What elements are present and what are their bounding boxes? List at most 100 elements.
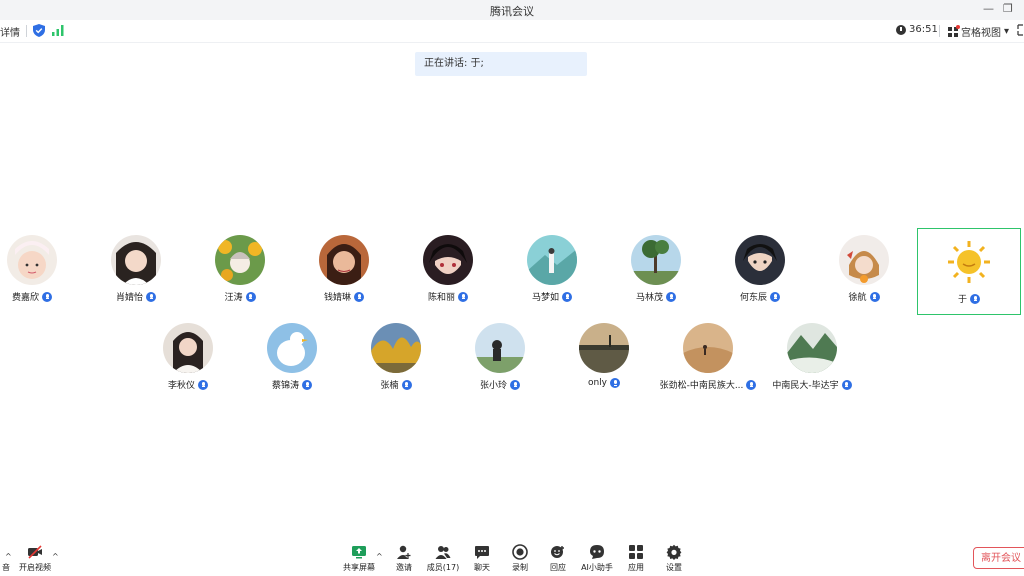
participant-tile[interactable]: 李秋仪 [136,316,240,398]
reaction-icon [551,546,564,558]
timer-value: 36:51 [909,24,938,35]
avatar [527,235,577,285]
participant-name-row: 马林茂 [604,290,708,303]
participant-name: 李秋仪 [167,381,195,391]
gallery-view-label: 宫格视图 [961,28,1001,39]
participant-tile[interactable]: 徐航 [812,228,916,310]
avatar [735,235,785,285]
gallery-view-button[interactable]: 宫格视图 ▾ [948,24,1009,39]
participant-name-row: 张劲松-中南民族大... [656,378,760,391]
participant-tile[interactable]: 肖婧怡 [84,228,188,310]
avatar [579,323,629,373]
record-icon [512,544,528,560]
members-label: 成员(17) [426,563,460,572]
participant-name: 于 [957,295,967,305]
participant-name: 马林茂 [635,293,663,303]
microphone-icon [510,379,520,390]
notification-dot [956,24,960,29]
leave-meeting-button[interactable]: 离开会议 [973,547,1024,569]
participant-name: 中南民大-毕达宇 [772,381,839,391]
video-off-icon [28,545,42,559]
participant-tile[interactable]: 钱婧琳 [292,228,396,310]
record-button[interactable]: 录制 [500,544,540,573]
participant-tile[interactable]: 中南民大-毕达宇 [760,316,864,398]
participant-name-row: 蔡锦涛 [240,378,344,391]
start-video-button[interactable]: 开启视频 [15,544,55,573]
ai-assistant-label: AI小助手 [581,563,613,572]
microphone-icon [746,379,757,390]
reactions-button[interactable]: 回应 [538,544,578,573]
ai-assistant-button[interactable]: AI小助手 [577,544,617,573]
add-user-icon [397,545,411,559]
microphone-icon [666,291,676,302]
chevron-up-icon[interactable]: ^ [52,552,59,561]
avatar [163,323,213,373]
apps-button[interactable]: 应用 [616,544,656,573]
chat-icon [475,546,489,559]
participant-tile[interactable]: 马梦如 [500,228,604,310]
divider [26,25,27,37]
security-shield-icon[interactable] [33,24,45,37]
participant-name: 张小玲 [479,381,507,391]
participant-tile[interactable]: 何东辰 [708,228,812,310]
participant-name: 汪涛 [224,293,243,303]
participant-name: 陈和丽 [427,293,455,303]
avatar [267,323,317,373]
participant-name: 徐航 [848,293,867,303]
avatar [944,237,994,287]
mute-label: 音 [2,563,10,572]
participant-name: only [587,378,608,388]
avatar [839,235,889,285]
settings-label: 设置 [666,563,682,572]
chat-label: 聊天 [474,563,490,572]
avatar [683,323,733,373]
participant-name-row: 肖婧怡 [84,290,188,303]
participant-tile-active-speaker[interactable]: 于 [917,228,1021,315]
share-screen-icon [352,546,366,559]
network-signal-icon[interactable] [52,25,64,36]
share-screen-button[interactable]: 共享屏幕 [339,544,379,573]
reactions-label: 回应 [550,563,566,572]
avatar [423,235,473,285]
start-video-label: 开启视频 [19,563,51,572]
participant-tile[interactable]: 蔡锦涛 [240,316,344,398]
settings-button[interactable]: 设置 [654,544,694,573]
participant-tile[interactable]: 张楠 [344,316,448,398]
participant-name-row: 陈和丽 [396,290,500,303]
participant-tile[interactable]: 费嘉欣 [0,228,84,310]
fullscreen-icon[interactable] [1017,24,1024,36]
chevron-up-icon[interactable]: ^ [5,552,12,561]
microphone-icon [841,379,852,390]
participant-name-row: 李秋仪 [136,378,240,391]
microphone-icon [458,291,468,302]
avatar [631,235,681,285]
participant-name-row: 于 [918,292,1020,305]
participant-tile[interactable]: only [552,316,656,398]
microphone-icon [970,293,980,304]
avatar [319,235,369,285]
chevron-up-icon[interactable]: ^ [376,552,383,561]
record-label: 录制 [512,563,528,572]
participant-tile[interactable]: 张劲松-中南民族大... [656,316,760,398]
participant-tile[interactable]: 陈和丽 [396,228,500,310]
participant-name: 钱婧琳 [323,293,351,303]
members-button[interactable]: 成员(17) [423,544,463,573]
participant-name: 何东辰 [739,293,767,303]
participant-tile[interactable]: 马林茂 [604,228,708,310]
microphone-icon [198,379,208,390]
minimize-icon[interactable]: — [983,2,994,15]
participant-tile[interactable]: 张小玲 [448,316,552,398]
microphone-icon [302,379,312,390]
chat-button[interactable]: 聊天 [462,544,502,573]
chevron-down-icon: ▾ [1004,26,1010,37]
clock-icon [896,24,906,35]
microphone-icon [610,378,621,388]
participant-name-row: 张楠 [344,378,448,391]
apps-icon [629,545,643,559]
invite-button[interactable]: 邀请 [384,544,424,573]
participant-name: 蔡锦涛 [271,381,299,391]
apps-label: 应用 [628,563,644,572]
participant-tile[interactable]: 汪涛 [188,228,292,310]
restore-icon[interactable]: ❐ [1003,2,1013,15]
details-button[interactable]: 详情 [0,24,20,39]
